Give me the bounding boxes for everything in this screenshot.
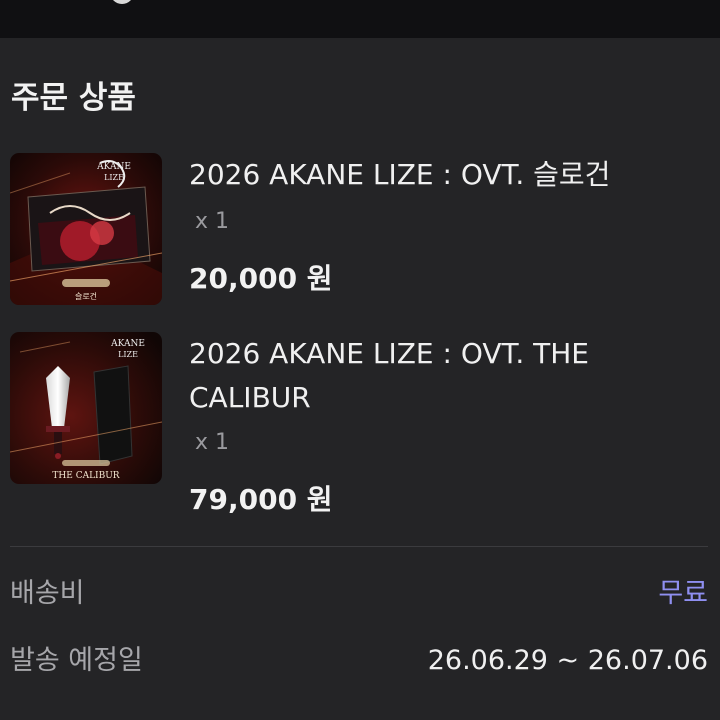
back-icon[interactable] [110, 0, 134, 4]
top-bar [0, 0, 720, 38]
product-price: 79,000 원 [189, 483, 333, 516]
svg-text:LIZE: LIZE [118, 350, 138, 359]
product-thumbnail[interactable]: AKANE LIZE THE CALIBUR [10, 332, 162, 484]
dispatch-date-value: 26.06.29 ~ 26.07.06 [427, 645, 708, 676]
shipping-fee-label: 배송비 [10, 578, 85, 609]
dispatch-date-row: 발송 예정일 26.06.29 ~ 26.07.06 [10, 641, 708, 681]
thumbnail-caption: THE CALIBUR [52, 471, 119, 481]
divider [10, 546, 708, 547]
order-item[interactable]: AKANE LIZE THE CALIBUR 2026 AKANE LIZE :… [0, 332, 720, 522]
shipping-fee-value: 무료 [658, 578, 708, 609]
svg-text:AKANE: AKANE [110, 339, 145, 349]
thumbnail-caption: 슬로건 [75, 291, 97, 301]
order-item[interactable]: AKANE LIZE 슬로건 2026 AKANE LIZE : OVT. 슬로… [0, 153, 720, 309]
product-quantity: x 1 [195, 430, 230, 455]
dispatch-date-label: 발송 예정일 [10, 645, 143, 676]
svg-text:AKANE: AKANE [96, 162, 131, 172]
product-price: 20,000 원 [189, 262, 333, 295]
product-name[interactable]: 2026 AKANE LIZE : OVT. THE CALIBUR [189, 332, 669, 420]
product-thumbnail[interactable]: AKANE LIZE 슬로건 [10, 153, 162, 305]
svg-text:LIZE: LIZE [104, 173, 124, 182]
product-quantity: x 1 [195, 209, 230, 234]
section-title: 주문 상품 [11, 80, 136, 116]
shipping-fee-row: 배송비 무료 [10, 574, 708, 614]
product-name[interactable]: 2026 AKANE LIZE : OVT. 슬로건 [189, 153, 669, 197]
